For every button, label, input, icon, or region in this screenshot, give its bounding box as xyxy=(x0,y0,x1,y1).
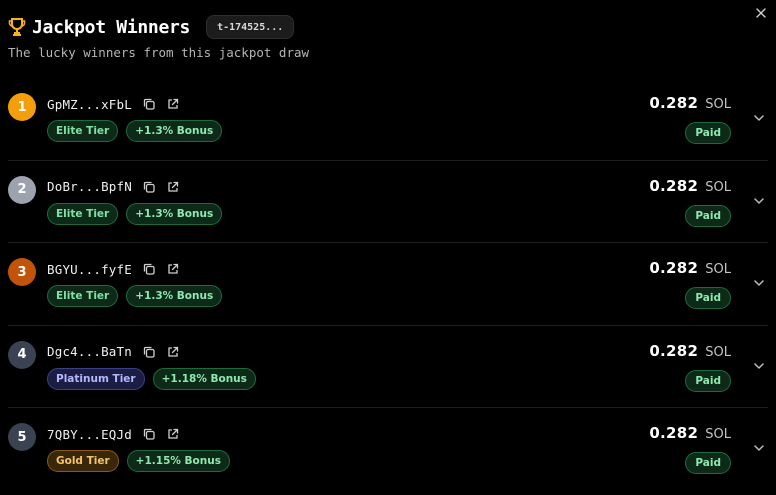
badge-group: Elite Tier +1.3% Bonus xyxy=(47,202,223,225)
wallet-address: DoBr...BpfN xyxy=(47,179,132,194)
address-line: Dgc4...BaTn xyxy=(47,343,180,361)
dialog-title: Jackpot Winners xyxy=(32,16,191,38)
badge-group: Platinum Tier +1.18% Bonus xyxy=(47,367,256,390)
copy-icon[interactable] xyxy=(142,427,156,441)
status-badge: Paid xyxy=(685,369,731,392)
external-link-icon[interactable] xyxy=(166,262,180,276)
badge-group: Gold Tier +1.15% Bonus xyxy=(47,450,230,472)
dialog-header: Jackpot Winners t-174525... xyxy=(8,14,295,40)
rank-badge: 3 xyxy=(8,258,36,286)
address-line: DoBr...BpfN xyxy=(47,178,180,196)
address-line: 7QBY...EQJd xyxy=(47,425,180,443)
amount-value: 0.282 xyxy=(649,94,699,112)
amount-value: 0.282 xyxy=(649,259,699,277)
rank-badge: 2 xyxy=(8,175,36,204)
winner-row[interactable]: 2 DoBr...BpfN Elite Tier +1.3% Bonus 0.282 SO… xyxy=(8,161,768,243)
bonus-badge: +1.3% Bonus xyxy=(126,120,223,142)
copy-icon[interactable] xyxy=(142,345,156,359)
currency-label: SOL xyxy=(705,97,731,112)
badge-group: Elite Tier +1.3% Bonus xyxy=(47,120,223,142)
copy-icon[interactable] xyxy=(142,97,156,111)
chevron-down-icon[interactable] xyxy=(752,440,766,454)
wallet-address: BGYU...fyfE xyxy=(47,261,132,277)
draw-id-badge[interactable]: t-174525... xyxy=(206,15,295,39)
chevron-down-icon[interactable] xyxy=(752,193,766,207)
currency-label: SOL xyxy=(705,179,731,195)
wallet-address: 7QBY...EQJd xyxy=(47,426,132,442)
tier-badge: Elite Tier xyxy=(47,285,119,307)
prize-amount: 0.282 SOL xyxy=(649,177,731,195)
copy-icon[interactable] xyxy=(142,262,156,276)
winner-row[interactable]: 3 BGYU...fyfE Elite Tier +1.3% Bonus 0.282 SO… xyxy=(8,243,768,326)
rank-badge: 1 xyxy=(8,93,36,121)
tier-badge: Elite Tier xyxy=(47,202,119,225)
currency-label: SOL xyxy=(705,262,731,277)
prize-amount: 0.282 SOL xyxy=(649,424,731,442)
external-link-icon[interactable] xyxy=(166,97,180,111)
wallet-address: Dgc4...BaTn xyxy=(47,344,132,359)
status-badge: Paid xyxy=(685,204,731,227)
status-badge: Paid xyxy=(685,122,731,144)
rank-badge: 5 xyxy=(8,423,36,451)
copy-icon[interactable] xyxy=(142,180,156,194)
chevron-down-icon[interactable] xyxy=(752,358,766,372)
badge-group: Elite Tier +1.3% Bonus xyxy=(47,285,223,307)
prize-amount: 0.282 SOL xyxy=(649,94,731,112)
close-icon[interactable] xyxy=(754,5,768,19)
chevron-down-icon[interactable] xyxy=(752,110,766,124)
prize-amount: 0.282 SOL xyxy=(649,342,731,360)
external-link-icon[interactable] xyxy=(166,427,180,441)
bonus-badge: +1.3% Bonus xyxy=(126,202,223,225)
currency-label: SOL xyxy=(705,344,731,360)
rank-badge: 4 xyxy=(8,340,36,369)
tier-badge: Elite Tier xyxy=(47,120,119,142)
amount-value: 0.282 xyxy=(649,341,699,360)
dialog-subtitle: The lucky winners from this jackpot draw xyxy=(8,45,310,60)
amount-value: 0.282 xyxy=(649,176,699,195)
amount-value: 0.282 xyxy=(649,424,699,442)
status-badge: Paid xyxy=(685,287,731,309)
bonus-badge: +1.3% Bonus xyxy=(126,285,223,307)
chevron-down-icon[interactable] xyxy=(752,275,766,289)
wallet-address: GpMZ...xFbL xyxy=(47,96,132,112)
winner-row[interactable]: 5 7QBY...EQJd Gold Tier +1.15% Bonus 0.282 SO… xyxy=(8,408,768,491)
trophy-icon xyxy=(8,17,26,37)
tier-badge: Gold Tier xyxy=(47,450,119,472)
address-line: GpMZ...xFbL xyxy=(47,95,180,113)
winner-row[interactable]: 1 GpMZ...xFbL Elite Tier +1.3% Bonus 0.282 SO… xyxy=(8,78,768,161)
winner-row[interactable]: 4 Dgc4...BaTn Platinum Tier +1.18% Bonus 0.2… xyxy=(8,326,768,408)
bonus-badge: +1.15% Bonus xyxy=(126,450,230,472)
address-line: BGYU...fyfE xyxy=(47,260,180,278)
external-link-icon[interactable] xyxy=(166,180,180,194)
status-badge: Paid xyxy=(685,452,731,474)
prize-amount: 0.282 SOL xyxy=(649,259,731,277)
currency-label: SOL xyxy=(705,427,731,442)
winners-list: 1 GpMZ...xFbL Elite Tier +1.3% Bonus 0.282 SO… xyxy=(0,78,776,491)
bonus-badge: +1.18% Bonus xyxy=(152,367,256,390)
external-link-icon[interactable] xyxy=(166,345,180,359)
tier-badge: Platinum Tier xyxy=(47,367,145,390)
